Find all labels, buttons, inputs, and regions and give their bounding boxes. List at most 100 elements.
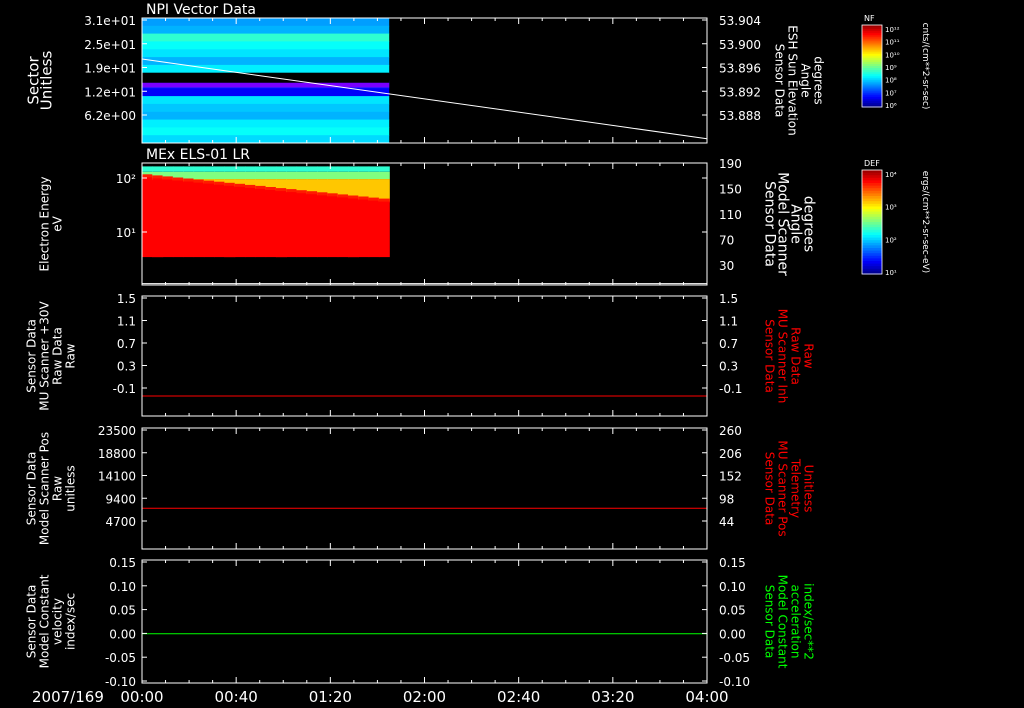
left-axis-label-line: Model Constant bbox=[38, 574, 52, 668]
left-tick-label: 0.15 bbox=[109, 556, 136, 570]
heatmap-cell bbox=[183, 181, 195, 258]
heatmap-cell bbox=[306, 194, 318, 258]
colorbar-tick-label: 10⁴ bbox=[885, 171, 897, 179]
heatmap-cell bbox=[275, 166, 287, 172]
left-tick-label: -0.05 bbox=[105, 651, 136, 665]
left-axis-label-line: Sensor Data bbox=[25, 452, 39, 526]
right-tick-label: 70 bbox=[719, 234, 734, 248]
left-axis-label-line: Sensor Data bbox=[25, 319, 39, 393]
heatmap-cell bbox=[368, 179, 380, 201]
heatmap-cell bbox=[224, 171, 236, 180]
heatmap-cell bbox=[193, 166, 205, 172]
heatmap-cell bbox=[358, 199, 370, 258]
left-axis-label-line: eV bbox=[51, 215, 65, 231]
heatmap-cell bbox=[214, 171, 225, 180]
left-tick-label: 0.10 bbox=[109, 580, 136, 594]
heatmap-cell bbox=[358, 171, 370, 180]
panel-title: NPI Vector Data bbox=[146, 2, 256, 18]
right-tick-label: -0.05 bbox=[719, 651, 750, 665]
panel-frame bbox=[141, 427, 708, 550]
heatmap-cell bbox=[275, 191, 287, 258]
heatmap-cell bbox=[162, 166, 174, 172]
left-tick-label: 1.9e+01 bbox=[84, 62, 136, 76]
left-tick-label: 3.1e+01 bbox=[84, 14, 136, 28]
colorbar-tick-label: 10⁷ bbox=[885, 89, 897, 97]
left-axis-label: Sensor Data Model Constant velocity index/s… bbox=[25, 574, 78, 668]
right-tick-label: 150 bbox=[719, 183, 742, 197]
right-tick-label: 190 bbox=[719, 157, 742, 171]
right-tick-label: 0.05 bbox=[719, 604, 746, 618]
heatmap-cell bbox=[378, 171, 390, 180]
heatmap-cell bbox=[183, 166, 195, 172]
heatmap-cell bbox=[378, 201, 390, 258]
right-axis-label-line: Angle bbox=[799, 63, 813, 97]
left-tick-label: 10¹ bbox=[116, 226, 136, 240]
colorbar-tick-label: 10² bbox=[885, 236, 897, 244]
left-axis-label-line: Unitless bbox=[38, 51, 56, 111]
heatmap-row bbox=[142, 103, 390, 113]
heatmap-row bbox=[142, 49, 390, 58]
time-tick-label: 00:40 bbox=[215, 688, 258, 706]
heatmap-cell bbox=[203, 166, 215, 172]
heatmap-cell bbox=[245, 166, 256, 172]
heatmap-cell bbox=[306, 171, 318, 180]
left-tick-label: -0.1 bbox=[113, 382, 136, 396]
left-axis-label: Sensor Data MU Scanner +30V Raw Data Raw bbox=[25, 301, 78, 411]
left-tick-label: 4700 bbox=[105, 515, 136, 529]
heatmap-cell bbox=[162, 179, 174, 258]
heatmap-row bbox=[142, 18, 390, 27]
heatmap-cell bbox=[296, 171, 308, 180]
heatmap-cell bbox=[286, 171, 298, 180]
right-axis-label: Sensor Data Model Constant acceleration ind… bbox=[763, 575, 816, 669]
time-tick-label: 02:40 bbox=[497, 688, 540, 706]
right-tick-label: -0.10 bbox=[719, 675, 750, 689]
left-axis-label-line: MU Scanner +30V bbox=[38, 301, 52, 411]
right-axis-label: Sensor Data ESH Sun Elevation Angle degrees bbox=[773, 25, 826, 135]
time-tick-label: 04:00 bbox=[685, 688, 728, 706]
heatmap-cell bbox=[234, 171, 246, 180]
heatmap-cell bbox=[327, 196, 339, 258]
panel-frame bbox=[141, 559, 708, 684]
right-tick-label: 53.896 bbox=[719, 62, 761, 76]
heatmap-cell bbox=[193, 171, 205, 180]
left-tick-label: 14100 bbox=[98, 470, 136, 484]
right-axis-label-line: Unitless bbox=[802, 465, 816, 513]
heatmap-cell bbox=[265, 166, 277, 172]
left-axis-label-line: Raw Data bbox=[51, 327, 65, 385]
left-axis-label-line: unitless bbox=[64, 465, 78, 511]
right-axis-label-line: MU Scanner Pos bbox=[776, 440, 790, 536]
heatmap-gap bbox=[142, 72, 390, 83]
right-axis-label: Sensor DataModel ScannerAngledegrees bbox=[762, 172, 817, 276]
heatmap-cell bbox=[255, 166, 267, 172]
left-tick-label: 2.5e+01 bbox=[84, 38, 136, 52]
right-axis-label-line: Sensor Data bbox=[763, 452, 777, 526]
heatmap-cell bbox=[255, 171, 267, 180]
heatmap-cell bbox=[317, 195, 328, 258]
heatmap-cell bbox=[348, 166, 359, 172]
heatmap-cell bbox=[142, 177, 153, 258]
heatmap-row bbox=[142, 41, 390, 50]
right-axis-label-line: degrees bbox=[801, 196, 817, 252]
heatmap-cell bbox=[368, 171, 380, 180]
right-axis-label: Sensor Data MU Scanner Pos Telemetry Unitle… bbox=[763, 440, 816, 536]
right-tick-label: 110 bbox=[719, 208, 742, 222]
heatmap-cell bbox=[337, 166, 349, 172]
right-axis-label-line: ESH Sun Elevation bbox=[786, 25, 800, 135]
heatmap-cell bbox=[203, 183, 215, 258]
colorbar-tick-label: 10¹² bbox=[885, 26, 900, 34]
heatmap-cell bbox=[275, 171, 287, 180]
heatmap-flag-row bbox=[142, 82, 390, 88]
heatmap-cell bbox=[193, 182, 205, 258]
right-axis-label-line: Sensor Data bbox=[763, 585, 777, 659]
heatmap-cell bbox=[265, 171, 277, 180]
heatmap-cell bbox=[378, 166, 390, 172]
date-label: 2007/169 bbox=[32, 688, 104, 706]
time-tick-label: 02:00 bbox=[403, 688, 446, 706]
left-tick-label: 0.3 bbox=[117, 360, 136, 374]
heatmap-cell bbox=[214, 166, 225, 172]
heatmap-cell bbox=[245, 187, 256, 258]
colorbar-unit: ergs/(cm**2-sr-sec-eV) bbox=[920, 171, 930, 273]
heatmap-cell bbox=[368, 166, 380, 172]
colorbar-tick-label: 10⁶ bbox=[885, 102, 897, 110]
right-tick-label: 0.10 bbox=[719, 580, 746, 594]
